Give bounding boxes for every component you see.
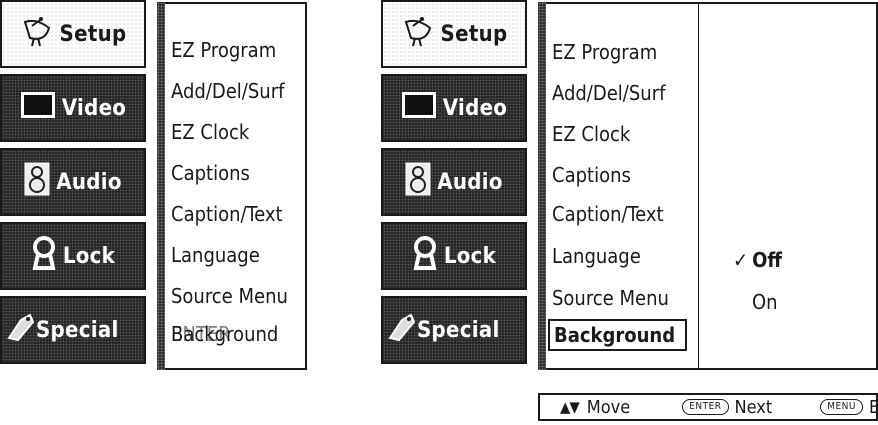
menu-item-captions[interactable]: Captions [552, 163, 631, 187]
move-hint: ▲▼ Move [560, 397, 630, 418]
menu-item-source-menu[interactable]: Source Menu [171, 284, 288, 308]
menu-item-caption-text[interactable]: Caption/Text [552, 202, 664, 226]
menu-item-ez-clock[interactable]: EZ Clock [171, 120, 249, 144]
up-down-arrows-icon: ▲▼ [560, 398, 580, 416]
tab-special[interactable]: Special [0, 296, 146, 364]
tab-audio[interactable]: Audio [0, 148, 146, 216]
back-hint: MENU Back [820, 397, 878, 418]
check-icon: ✓ [733, 248, 749, 272]
right-menu-list: EZ Program Add/Del/Surf EZ Clock Caption… [538, 2, 700, 370]
tab-audio[interactable]: Audio [381, 148, 527, 216]
menu-key-icon: MENU [820, 399, 863, 415]
menu-item-background-selected[interactable]: Background [548, 319, 688, 351]
tab-label: Setup [59, 21, 127, 47]
menu-item-source-menu[interactable]: Source Menu [552, 286, 669, 310]
tag-icon [387, 312, 417, 348]
tab-lock[interactable]: Lock [0, 222, 146, 290]
tag-icon [6, 312, 36, 348]
menu-item-caption-text[interactable]: Caption/Text [171, 202, 283, 226]
tv-screen-icon [401, 90, 437, 126]
tab-lock[interactable]: Lock [381, 222, 527, 290]
option-on[interactable]: On [752, 290, 778, 314]
navigation-help-bar: ▲▼ Move ENTER Next MENU Back [538, 393, 878, 421]
keyhole-icon [31, 236, 57, 276]
tab-label: Audio [56, 169, 122, 195]
tab-special[interactable]: Special [381, 296, 527, 364]
tab-setup[interactable]: Setup [381, 0, 527, 68]
tab-setup[interactable]: Setup [0, 0, 146, 68]
speaker-icon [405, 162, 431, 202]
menu-item-language[interactable]: Language [171, 243, 260, 267]
tv-screen-icon [20, 90, 56, 126]
menu-item-ez-program[interactable]: EZ Program [552, 40, 657, 64]
menu-item-language[interactable]: Language [552, 244, 641, 268]
menu-item-ez-clock[interactable]: EZ Clock [552, 122, 630, 146]
keyhole-icon [412, 236, 438, 276]
tab-label: Lock [62, 243, 116, 269]
left-menu-list: EZ Program Add/Del/Surf EZ Clock Caption… [157, 2, 307, 370]
tab-label: Setup [440, 21, 508, 47]
speaker-icon [24, 162, 50, 202]
menu-item-captions[interactable]: Captions [171, 161, 250, 185]
option-label: On [752, 290, 778, 314]
background-options-panel: ✓ Off On [698, 2, 878, 370]
tab-label: Video [61, 95, 127, 121]
menu-item-add-del-surf[interactable]: Add/Del/Surf [552, 81, 665, 105]
tab-label: Lock [443, 243, 497, 269]
satellite-dish-icon [401, 14, 435, 54]
next-label: Next [734, 396, 773, 418]
enter-overlap-text: ENTER [171, 322, 231, 346]
tab-label: Video [442, 95, 508, 121]
move-label: Move [586, 396, 631, 418]
option-label: Off [752, 248, 782, 272]
tab-label: Audio [437, 169, 503, 195]
tab-label: Special [36, 317, 119, 343]
next-hint: ENTER Next [682, 397, 772, 418]
tab-video[interactable]: Video [0, 74, 146, 142]
tab-video[interactable]: Video [381, 74, 527, 142]
enter-key-icon: ENTER [682, 399, 729, 415]
tab-label: Special [417, 317, 500, 343]
back-label: Back [869, 396, 878, 418]
option-off[interactable]: ✓ Off [733, 248, 782, 272]
satellite-dish-icon [20, 14, 54, 54]
menu-item-ez-program[interactable]: EZ Program [171, 38, 276, 62]
menu-item-add-del-surf[interactable]: Add/Del/Surf [171, 79, 284, 103]
